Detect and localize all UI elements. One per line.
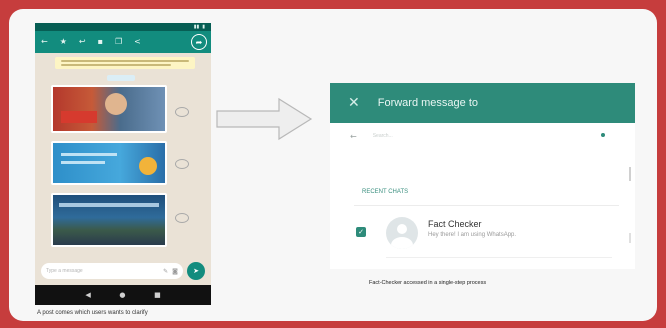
phone-screenshot: ▮▮ ▮ ← ★ ↩ ▪ ❐ < ➦ Type a message ✎ ◙ ➤ … bbox=[35, 23, 211, 305]
encryption-notice bbox=[55, 57, 195, 69]
search-dot-icon bbox=[601, 133, 605, 137]
dialog-title: Forward message to bbox=[377, 97, 478, 109]
image-face bbox=[105, 93, 127, 115]
copy-icon[interactable]: ❐ bbox=[115, 38, 122, 46]
avatar-head bbox=[397, 224, 407, 234]
android-nav-bar: ◀ ● ■ bbox=[35, 285, 211, 305]
divider bbox=[386, 257, 612, 258]
forward-bubble-icon[interactable] bbox=[175, 107, 189, 117]
chat-status: Hey there! I am using WhatsApp. bbox=[428, 232, 517, 238]
date-pill bbox=[107, 75, 135, 81]
avatar-body bbox=[391, 237, 413, 249]
star-icon[interactable]: ★ bbox=[60, 38, 67, 46]
nav-back-icon[interactable]: ◀ bbox=[85, 291, 90, 299]
search-row: ← Search... bbox=[330, 123, 635, 149]
image-message-3[interactable] bbox=[51, 193, 167, 247]
checkbox[interactable]: ✓ bbox=[356, 227, 366, 237]
scrollbar[interactable] bbox=[629, 233, 631, 243]
image-text-line bbox=[59, 203, 159, 207]
send-button[interactable]: ➤ bbox=[187, 262, 205, 280]
dialog-header: ✕ Forward message to bbox=[330, 83, 635, 123]
search-input[interactable]: Search... bbox=[373, 133, 393, 139]
signal-icon: ▮▮ bbox=[193, 24, 200, 30]
figure-frame: ▮▮ ▮ ← ★ ↩ ▪ ❐ < ➦ Type a message ✎ ◙ ➤ … bbox=[9, 9, 657, 321]
battery-icon: ▮ bbox=[202, 24, 205, 30]
image-text-line bbox=[61, 153, 117, 156]
lightbulb-icon bbox=[139, 157, 157, 175]
section-label: RECENT CHATS bbox=[362, 189, 409, 195]
back-arrow-icon[interactable]: ← bbox=[41, 38, 48, 46]
notice-text-line bbox=[61, 64, 171, 66]
chat-row-fact-checker[interactable]: ✓ Fact Checker Hey there! I am using Wha… bbox=[352, 217, 612, 258]
back-arrow-icon[interactable]: ← bbox=[350, 132, 357, 141]
avatar bbox=[386, 217, 418, 249]
message-input[interactable]: Type a message ✎ ◙ bbox=[41, 263, 183, 279]
image-message-1[interactable] bbox=[51, 85, 167, 133]
image-text-line bbox=[61, 161, 105, 164]
message-input-row: Type a message ✎ ◙ ➤ bbox=[35, 259, 211, 283]
message-input-placeholder: Type a message bbox=[46, 268, 83, 274]
forward-dialog: ✕ Forward message to ← Search... RECENT … bbox=[330, 83, 635, 269]
left-caption: A post comes which users wants to clarif… bbox=[37, 310, 148, 316]
attach-icon[interactable]: ✎ bbox=[163, 268, 168, 275]
nav-home-icon[interactable]: ● bbox=[119, 291, 125, 299]
share-icon[interactable]: < bbox=[134, 38, 141, 46]
camera-icon[interactable]: ◙ bbox=[172, 268, 178, 275]
chat-name: Fact Checker bbox=[428, 219, 482, 229]
image-banner bbox=[61, 111, 97, 123]
right-arrow-icon bbox=[216, 97, 313, 141]
forward-bubble-icon[interactable] bbox=[175, 213, 189, 223]
notice-text-line bbox=[61, 60, 189, 62]
forward-bubble-icon[interactable] bbox=[175, 159, 189, 169]
right-caption: Fact-Checker accessed in a single-step p… bbox=[369, 280, 487, 286]
delete-icon[interactable]: ▪ bbox=[98, 38, 103, 46]
status-bar: ▮▮ ▮ bbox=[35, 23, 211, 31]
selection-app-bar: ← ★ ↩ ▪ ❐ < ➦ bbox=[35, 31, 211, 53]
image-message-2[interactable] bbox=[51, 141, 167, 185]
scrollbar[interactable] bbox=[629, 167, 631, 181]
close-icon[interactable]: ✕ bbox=[348, 96, 360, 110]
forward-icon[interactable]: ➦ bbox=[191, 34, 207, 50]
divider bbox=[354, 205, 619, 206]
reply-icon[interactable]: ↩ bbox=[79, 38, 86, 46]
nav-recents-icon[interactable]: ■ bbox=[154, 291, 161, 299]
